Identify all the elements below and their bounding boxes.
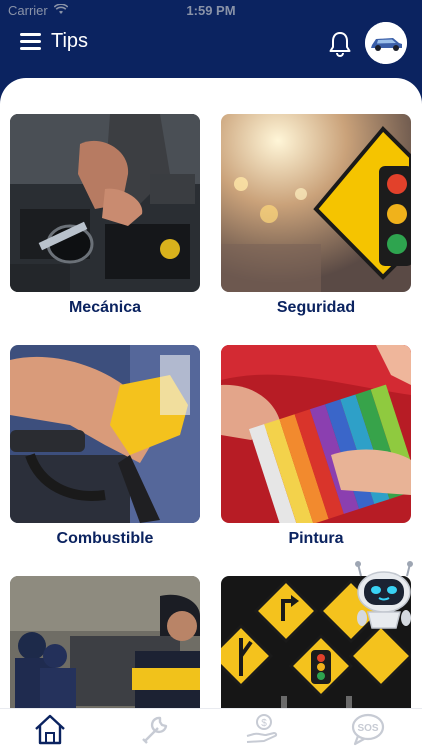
hamburger-menu-icon[interactable] — [20, 33, 42, 51]
svg-text:SOS: SOS — [357, 723, 378, 734]
tip-card-pintura[interactable]: Pintura — [221, 345, 411, 548]
bell-icon[interactable] — [329, 31, 351, 57]
paint-color-swatches-photo — [221, 345, 411, 523]
app-header: Tips — [0, 22, 422, 78]
money-hand-icon[interactable]: $ — [244, 712, 280, 746]
page-title: Tips — [51, 30, 89, 52]
bottom-navigation: $ SOS — [0, 708, 422, 750]
tip-card-transito[interactable] — [10, 576, 200, 708]
wrench-icon[interactable] — [138, 712, 174, 746]
tip-label: Combustible — [56, 530, 154, 547]
fuel-nozzle-photo — [10, 345, 200, 523]
traffic-police-photo — [10, 576, 200, 708]
traffic-light-sign-photo — [221, 114, 411, 292]
tip-label: Mecánica — [68, 299, 142, 316]
tip-label: Pintura — [288, 530, 344, 547]
tip-card-seguridad[interactable]: Seguridad — [221, 114, 411, 317]
avatar[interactable] — [365, 22, 407, 64]
tip-card-mecanica[interactable]: Mecánica — [10, 114, 200, 317]
sos-chat-icon[interactable]: SOS — [350, 712, 386, 746]
tip-label: Seguridad — [276, 299, 356, 316]
home-icon[interactable] — [32, 712, 68, 746]
status-bar: Carrier 1:59 PM — [0, 0, 422, 22]
robot-assistant-icon[interactable] — [352, 560, 416, 632]
engine-repair-photo — [10, 114, 200, 292]
tip-card-combustible[interactable]: Combustible — [10, 345, 200, 548]
clock: 1:59 PM — [186, 3, 236, 18]
svg-text:$: $ — [261, 718, 267, 729]
car-avatar-icon — [365, 22, 407, 64]
